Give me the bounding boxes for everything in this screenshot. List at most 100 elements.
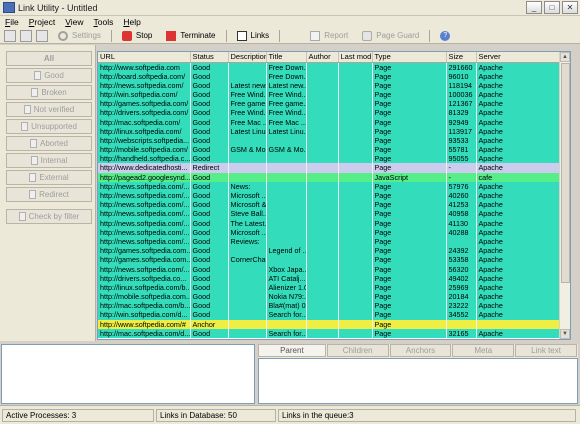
table-row[interactable]: http://mac.softpedia.com/d... Good Search … xyxy=(98,328,561,338)
filter-not-verified-button[interactable]: Not verified xyxy=(6,102,92,117)
links-button[interactable]: Links xyxy=(233,29,274,43)
table-row[interactable]: http://news.softpedia.com/... Good News: Pa… xyxy=(98,181,561,191)
page-guard-button[interactable]: Page Guard xyxy=(358,29,423,43)
close-button[interactable]: ✕ xyxy=(562,1,578,14)
table-row[interactable]: http://board.softpedia.com/Good Free Down… xyxy=(98,71,561,81)
menu-help[interactable]: Help xyxy=(118,17,145,27)
minimize-button[interactable]: _ xyxy=(526,1,542,14)
tab-parent[interactable]: Parent xyxy=(258,344,326,357)
filter-unsupported-button[interactable]: Unsupported xyxy=(6,119,92,134)
table-cell: Page xyxy=(372,292,447,302)
table-row[interactable]: http://linux.softpedia.com/b... Good Alien… xyxy=(98,282,561,292)
table-cell: Microsoft ... xyxy=(228,190,267,201)
table-row[interactable]: http://news.softpedia.com/... Good Xbox Ja… xyxy=(98,264,561,274)
column-header[interactable]: Type xyxy=(372,52,447,63)
table-row[interactable]: http://news.softpedia.com/Good Latest new… xyxy=(98,80,561,90)
table-row[interactable]: http://win.softpedia.com/Good Free Wind..… xyxy=(98,89,561,100)
table-row[interactable]: http://pagead2.googlesynd... Good JavaScri… xyxy=(98,172,561,182)
table-cell xyxy=(306,135,339,145)
table-row[interactable]: http://handheld.softpedia.c... Good Page 95… xyxy=(98,154,561,164)
scroll-thumb[interactable] xyxy=(561,63,570,283)
tab-meta[interactable]: Meta xyxy=(452,344,515,357)
table-row[interactable]: http://mac.softpedia.com/b... Good Bla#(ma… xyxy=(98,301,561,311)
table-row[interactable]: http://games.softpedia.com/Good Free game… xyxy=(98,99,561,109)
table-cell xyxy=(306,301,339,311)
table-row[interactable]: http://www.softpedia.com Good Free Down...… xyxy=(98,62,561,72)
report-button[interactable]: Report xyxy=(306,29,352,43)
table-row[interactable]: http://news.softpedia.com/... Good Microso… xyxy=(98,200,561,210)
table-cell: Free Wind... xyxy=(228,108,267,118)
table-cell xyxy=(266,135,307,145)
table-row[interactable]: http://linux.softpedia.com/Good Latest Li… xyxy=(98,126,561,136)
table-row[interactable]: http://www.dedicatedhosti... Redirect Page… xyxy=(98,163,561,173)
scroll-up-icon[interactable]: ▲ xyxy=(560,52,570,62)
table-cell xyxy=(306,319,339,329)
filter-aborted-button[interactable]: Aborted xyxy=(6,136,92,151)
filter-broken-button[interactable]: Broken xyxy=(6,85,92,100)
column-header[interactable]: Size xyxy=(446,52,477,63)
status-bar: Active Processes: 3 Links in Database: 5… xyxy=(0,405,580,424)
table-row[interactable]: http://news.softpedia.com/... Good The Lat… xyxy=(98,218,561,228)
table-row[interactable]: http://mobile.softpedia.com/Good GSM & Mo… xyxy=(98,145,561,155)
filter-redirect-button[interactable]: Redirect xyxy=(6,187,92,202)
menu-tools[interactable]: Tools xyxy=(88,17,118,27)
table-cell xyxy=(228,154,267,164)
table-cell xyxy=(266,218,307,228)
help-button[interactable]: ? xyxy=(436,29,458,43)
tab-anchors[interactable]: Anchors xyxy=(389,344,452,357)
table-cell xyxy=(306,310,339,320)
table-row[interactable]: http://news.softpedia.com/... Good Microso… xyxy=(98,190,561,201)
column-header[interactable]: Status xyxy=(190,52,229,63)
menu-project[interactable]: Project xyxy=(24,17,60,27)
stop-button[interactable]: Stop xyxy=(118,29,156,43)
column-header[interactable]: Last mod... xyxy=(338,52,373,63)
table-row[interactable]: http://games.softpedia.com... Good CornerC… xyxy=(98,255,561,265)
tab-link-text[interactable]: Link text xyxy=(515,344,577,357)
table-cell xyxy=(306,71,339,81)
filter-good-button[interactable]: Good xyxy=(6,68,92,83)
table-row[interactable]: http://news.softpedia.com/... Good Reviews… xyxy=(98,236,561,247)
table-row[interactable]: http://games.softpedia.com... Good Legend … xyxy=(98,246,561,256)
menu-view[interactable]: View xyxy=(60,17,88,27)
terminate-button[interactable]: Terminate xyxy=(162,29,219,43)
open-folder-icon[interactable] xyxy=(20,29,32,42)
table-row[interactable]: http://win.softpedia.com/d... Good Search … xyxy=(98,310,561,320)
save-icon[interactable] xyxy=(36,29,48,42)
table-row[interactable]: http://mobile.softpedia.com... Good Nokia … xyxy=(98,292,561,302)
maximize-button[interactable]: □ xyxy=(544,1,560,14)
app-icon xyxy=(3,2,15,13)
new-file-icon[interactable] xyxy=(4,29,16,42)
table-cell: Apache xyxy=(476,292,561,302)
check-by-filter-button[interactable]: Check by filter xyxy=(6,209,92,224)
menu-bar: File Project View Tools Help xyxy=(0,16,580,28)
table-row[interactable]: http://drivers.softpedia.co... Good ATI Ca… xyxy=(98,273,561,283)
table-row[interactable]: http://mac.softpedia.com/Good Free Mac ..… xyxy=(98,117,561,127)
table-row[interactable]: http://news.softpedia.com/... Good Steve B… xyxy=(98,209,561,219)
table-cell: 40260 xyxy=(446,190,477,201)
column-header[interactable]: URL xyxy=(98,52,191,63)
toolbar-separator xyxy=(279,29,281,42)
vertical-scrollbar[interactable]: ▲ ▼ xyxy=(559,52,570,339)
filter-internal-button[interactable]: Internal xyxy=(6,153,92,168)
column-header[interactable]: Server xyxy=(476,52,561,63)
table-row[interactable]: http://www.softpedia.com/# Anchor Page xyxy=(98,319,561,329)
column-header[interactable]: Author xyxy=(306,52,339,63)
table-cell xyxy=(306,126,339,136)
table-cell: http://games.softpedia.com... xyxy=(98,246,191,256)
table-row[interactable]: http://drivers.softpedia.com/Good Free Wi… xyxy=(98,108,561,118)
filter-all-button[interactable]: All xyxy=(6,51,92,66)
column-header[interactable]: Title xyxy=(266,52,307,63)
table-cell: Apache xyxy=(476,218,561,228)
table-cell: Apache xyxy=(476,154,561,164)
column-header[interactable]: Description xyxy=(228,52,267,63)
tab-children[interactable]: Children xyxy=(326,344,389,357)
table-cell xyxy=(338,154,373,164)
menu-file[interactable]: File xyxy=(0,17,24,27)
filter-external-button[interactable]: External xyxy=(6,170,92,185)
table-cell: - xyxy=(446,163,477,173)
settings-button[interactable]: Settings xyxy=(54,29,105,43)
table-cell: CornerCha... xyxy=(228,255,267,265)
scroll-down-icon[interactable]: ▼ xyxy=(560,329,570,339)
table-row[interactable]: http://webscripts.softpedia... Good Page 93… xyxy=(98,135,561,145)
table-row[interactable]: http://news.softpedia.com/... Good Microso… xyxy=(98,227,561,237)
